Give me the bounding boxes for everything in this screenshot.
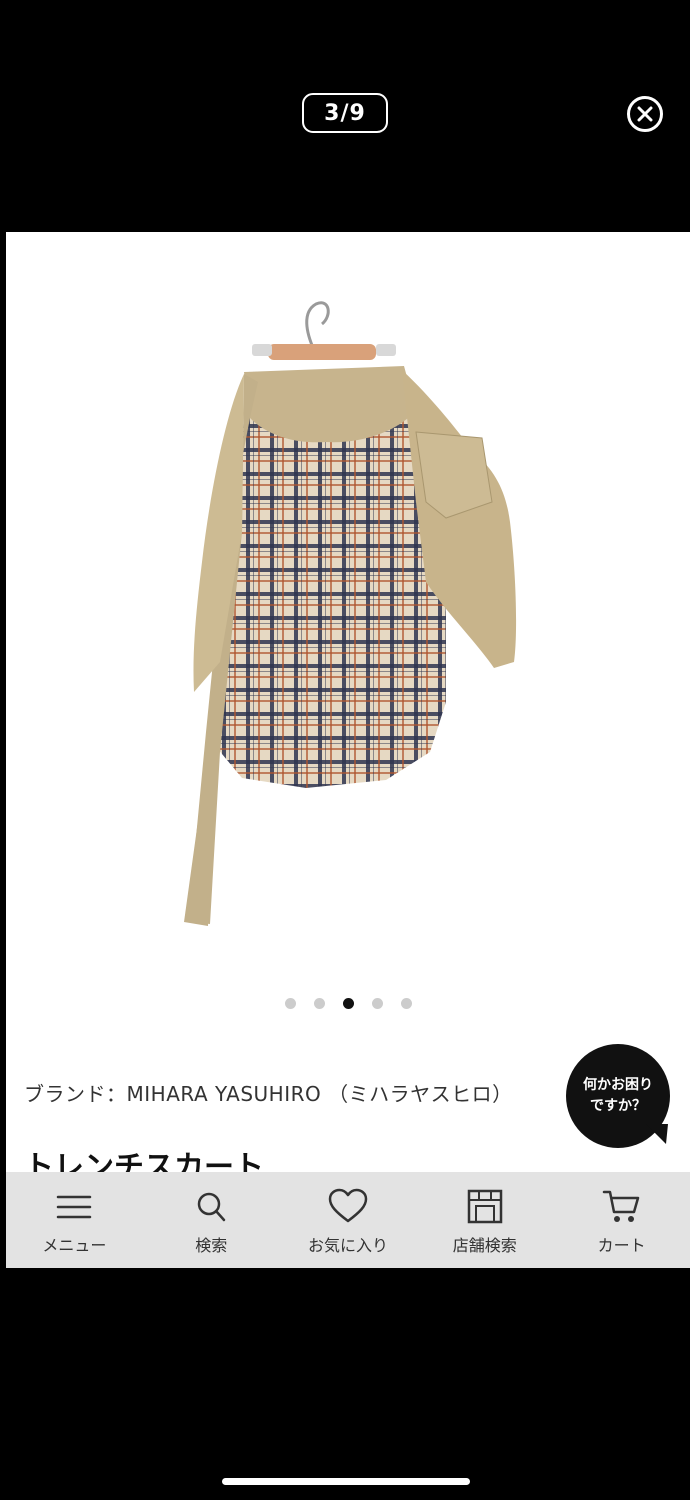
close-icon (637, 106, 653, 122)
bottom-tab-bar: メニュー 検索 お気に入り 店舗検索 カート (6, 1172, 690, 1268)
gallery-pagination (6, 998, 690, 1010)
pagination-dot[interactable] (400, 998, 412, 1009)
tab-label: メニュー (42, 1236, 107, 1255)
brand-name[interactable]: ブランド：MIHARA YASUHIRO （ミハラヤスヒロ） (24, 1078, 604, 1112)
menu-icon (57, 1195, 92, 1219)
product-image[interactable] (6, 232, 690, 982)
speech-bubble-tail-icon (646, 1124, 668, 1144)
tab-label: お気に入り (307, 1236, 388, 1255)
pagination-dot[interactable] (284, 998, 296, 1009)
heart-icon (328, 1188, 368, 1223)
tab-menu[interactable]: メニュー (6, 1172, 143, 1268)
image-counter: 3/9 (302, 93, 388, 133)
search-icon (197, 1192, 226, 1222)
skirt (184, 366, 517, 926)
hanger (252, 301, 396, 360)
pagination-dot[interactable] (371, 998, 383, 1009)
close-button[interactable] (627, 96, 663, 132)
tab-store-search[interactable]: 店舗検索 (416, 1172, 553, 1268)
pagination-dot[interactable] (313, 998, 325, 1009)
cart-icon (602, 1190, 639, 1222)
tab-label: カート (597, 1236, 646, 1255)
product-page: ブランド：MIHARA YASUHIRO （ミハラヤスヒロ） トレンチスカート … (6, 232, 690, 1268)
store-icon (467, 1189, 503, 1224)
tab-label: 店舗検索 (452, 1236, 517, 1255)
tab-favorites[interactable]: お気に入り (280, 1172, 417, 1268)
image-viewer-header: 3/9 (0, 0, 690, 232)
tab-label: 検索 (195, 1236, 228, 1255)
home-indicator[interactable] (222, 1478, 470, 1485)
help-line-2: ですか？ (590, 1098, 646, 1114)
help-line-1: 何かお困り (583, 1077, 653, 1093)
tab-cart[interactable]: カート (553, 1172, 690, 1268)
pagination-dot-active[interactable] (342, 998, 354, 1009)
tab-search[interactable]: 検索 (143, 1172, 280, 1268)
